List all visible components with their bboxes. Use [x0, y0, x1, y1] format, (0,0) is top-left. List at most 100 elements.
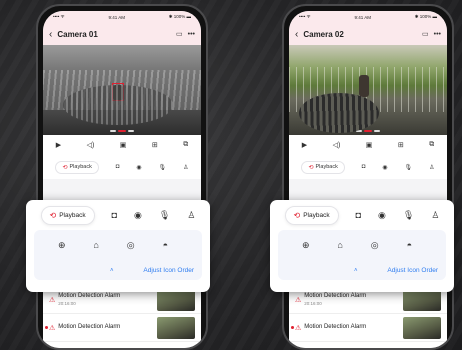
camera-title: Camera 01 [57, 29, 98, 39]
mic-icon[interactable]: 🎙 [159, 210, 170, 221]
mic-icon[interactable]: 🎙 [405, 164, 413, 171]
event-list: ⚠ Motion Detection Alarm 20:16:00 ⚠ Moti… [289, 286, 447, 348]
playback-icon: ⟲ [62, 164, 68, 171]
more-icon[interactable]: ••• [188, 31, 195, 38]
event-thumbnail[interactable] [157, 316, 195, 339]
play-icon[interactable]: ▶ [302, 141, 307, 149]
collapse-caret-icon[interactable]: ˄ [354, 268, 358, 274]
record-icon[interactable]: ◉ [378, 210, 386, 221]
playback-icon: ⟲ [308, 164, 314, 171]
more-functions-panel: ⊕ ⌂ ◎ ◓ ˄ Adjust Icon Order [34, 230, 202, 280]
playback-label: Playback [69, 164, 92, 170]
title-bar: ‹ Camera 01 ▭ ••• [43, 23, 201, 45]
snapshot-icon[interactable]: ◘ [362, 164, 366, 170]
grid-icon[interactable]: ⊞ [152, 141, 158, 149]
mic-icon[interactable]: 🎙 [159, 164, 167, 171]
event-thumbnail[interactable] [403, 316, 441, 339]
alarm-icon[interactable]: ◎ [371, 240, 379, 251]
event-time: 20:16:00 [304, 301, 322, 306]
snapshot-icon[interactable]: ◘ [356, 210, 361, 220]
grid-icon[interactable]: ⊞ [398, 141, 404, 149]
ptz-icon[interactable]: ♙ [431, 210, 439, 221]
event-name: Motion Detection Alarm [58, 323, 121, 330]
ptz-icon[interactable]: ♙ [187, 210, 195, 221]
list-item[interactable]: ⚠ Motion Detection Alarm [289, 314, 447, 342]
video-controls: ▶ ◁) ▣ ⊞ ⧉ [289, 135, 447, 155]
carrier-signal: •••• ᯤ [299, 14, 311, 19]
unread-dot [45, 326, 48, 329]
playback-button[interactable]: ⟲ Playback [301, 160, 345, 174]
door-icon[interactable]: ⌂ [337, 240, 342, 251]
more-functions-panel: ⊕ ⌂ ◎ ◓ ˄ Adjust Icon Order [278, 230, 446, 280]
quality-icon[interactable]: ▣ [366, 141, 373, 149]
playback-icon: ⟲ [293, 210, 301, 220]
function-card-right: ⟲ Playback ◘ ◉ 🎙 ♙ ⊕ ⌂ ◎ ◓ ˄ Adjust Icon… [270, 200, 454, 292]
speed-icon[interactable]: ◓ [163, 240, 168, 251]
adjust-icon-order-link[interactable]: Adjust Icon Order [143, 267, 194, 274]
more-icon[interactable]: ••• [434, 31, 441, 38]
fullscreen-icon[interactable]: ⧉ [183, 141, 188, 149]
playback-button[interactable]: ⟲ Playback [55, 160, 99, 174]
playback-label: Playback [59, 211, 86, 219]
ptz-icon[interactable]: ♙ [183, 164, 188, 171]
live-video[interactable] [43, 45, 201, 135]
video-menu-icon[interactable]: ▭ [176, 30, 183, 38]
playback-label: Playback [303, 211, 330, 219]
event-name: Motion Detection Alarm [304, 293, 367, 299]
video-menu-icon[interactable]: ▭ [422, 30, 429, 38]
battery-indicator: ✱ 100% ▬ [414, 14, 437, 19]
alarm-event-icon: ⚠ [295, 324, 302, 332]
snapshot-icon[interactable]: ◘ [112, 210, 117, 220]
carrier-signal: •••• ᯤ [53, 14, 65, 19]
person-figure [359, 75, 369, 97]
phone-frame-right: •••• ᯤ 9:41 AM ✱ 100% ▬ ‹ Camera 02 ▭ ••… [282, 4, 454, 350]
record-icon[interactable]: ◉ [134, 210, 142, 221]
door-icon[interactable]: ⌂ [93, 240, 98, 251]
function-bar: ⟲ Playback ◘ ◉ 🎙 ♙ [43, 155, 201, 179]
video-controls: ▶ ◁) ▣ ⊞ ⧉ [43, 135, 201, 155]
page-indicator [110, 130, 134, 132]
status-time: 9:41 AM [108, 14, 125, 20]
status-time: 9:41 AM [354, 14, 371, 20]
battery-indicator: ✱ 100% ▬ [168, 14, 191, 19]
status-bar: •••• ᯤ 9:41 AM ✱ 100% ▬ [43, 11, 201, 23]
collapse-caret-icon[interactable]: ˄ [110, 268, 114, 274]
phone-frame-left: •••• ᯤ 9:41 AM ✱ 100% ▬ ‹ Camera 01 ▭ ••… [36, 4, 208, 350]
alarm-event-icon: ⚠ [295, 296, 302, 304]
alarm-icon[interactable]: ◎ [127, 240, 135, 251]
ptz-icon[interactable]: ♙ [429, 164, 434, 171]
mic-icon[interactable]: 🎙 [403, 210, 414, 221]
app-screen: •••• ᯤ 9:41 AM ✱ 100% ▬ ‹ Camera 01 ▭ ••… [43, 11, 201, 348]
zoom-icon[interactable]: ⊕ [302, 240, 310, 251]
detection-box [112, 83, 124, 101]
title-bar: ‹ Camera 02 ▭ ••• [289, 23, 447, 45]
event-name: Motion Detection Alarm [304, 323, 367, 330]
record-icon[interactable]: ◉ [136, 164, 141, 171]
back-icon[interactable]: ‹ [49, 29, 52, 40]
event-list: ⚠ Motion Detection Alarm 20:16:00 ⚠ Moti… [43, 286, 201, 348]
status-bar: •••• ᯤ 9:41 AM ✱ 100% ▬ [289, 11, 447, 23]
playback-button[interactable]: ⟲ Playback [284, 205, 339, 225]
event-time: 20:16:00 [58, 301, 76, 306]
playback-button[interactable]: ⟲ Playback [40, 205, 95, 225]
play-icon[interactable]: ▶ [56, 141, 61, 149]
live-video[interactable] [289, 45, 447, 135]
alarm-event-icon: ⚠ [49, 324, 56, 332]
list-item[interactable]: ⚠ Motion Detection Alarm [43, 314, 201, 342]
unread-dot [291, 326, 294, 329]
snapshot-icon[interactable]: ◘ [116, 164, 120, 170]
function-card-left: ⟲ Playback ◘ ◉ 🎙 ♙ ⊕ ⌂ ◎ ◓ ˄ Adjust Icon… [26, 200, 210, 292]
adjust-icon-order-link[interactable]: Adjust Icon Order [387, 267, 438, 274]
zoom-icon[interactable]: ⊕ [58, 240, 66, 251]
camera-title: Camera 02 [303, 29, 344, 39]
back-icon[interactable]: ‹ [295, 29, 298, 40]
event-name: Motion Detection Alarm [58, 293, 121, 299]
volume-icon[interactable]: ◁) [333, 141, 341, 149]
quality-icon[interactable]: ▣ [120, 141, 127, 149]
record-icon[interactable]: ◉ [382, 164, 387, 171]
page-indicator [356, 130, 380, 132]
person-figure [113, 85, 123, 101]
fullscreen-icon[interactable]: ⧉ [429, 141, 434, 149]
volume-icon[interactable]: ◁) [87, 141, 95, 149]
speed-icon[interactable]: ◓ [407, 240, 412, 251]
